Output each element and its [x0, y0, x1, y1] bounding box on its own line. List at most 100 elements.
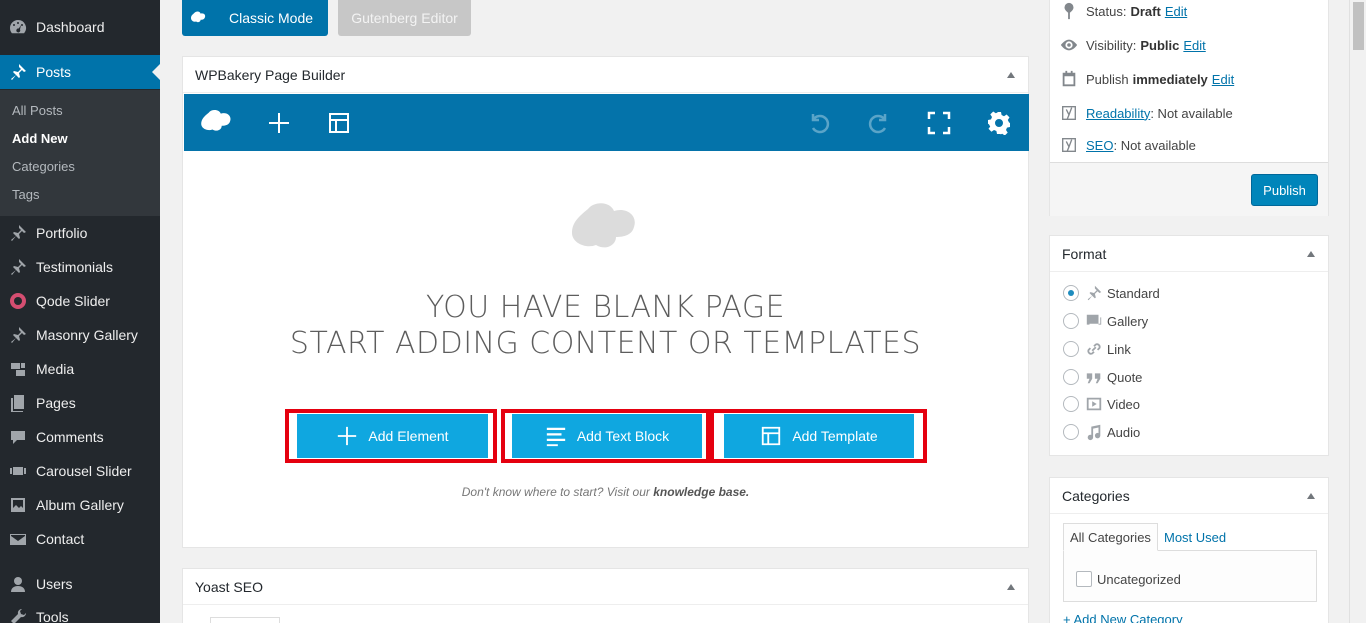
readability-row: Readability : Not available [1060, 103, 1233, 123]
format-panel: Format Standard Gallery Link Quote Video… [1049, 235, 1329, 456]
radio-standard[interactable] [1063, 285, 1079, 301]
format-option-audio[interactable]: Audio [1063, 422, 1140, 442]
submenu-all-posts[interactable]: All Posts [12, 103, 63, 118]
gutenberg-editor-button[interactable]: Gutenberg Editor [338, 0, 471, 36]
publish-actions: Publish [1050, 162, 1328, 216]
yoast-seo-panel: Yoast SEO [182, 568, 1029, 623]
format-gallery-label: Gallery [1107, 313, 1149, 329]
categories-panel: Categories All Categories Most Used Unca… [1049, 477, 1329, 623]
menu-qode-slider[interactable]: Qode Slider [0, 284, 160, 318]
dashboard-icon [0, 17, 36, 37]
menu-dashboard[interactable]: Dashboard [0, 10, 160, 44]
pin-icon [1085, 284, 1107, 302]
admin-sidebar: Dashboard Posts All Posts Add New Catego… [0, 0, 160, 623]
pin-location-icon [1060, 2, 1086, 20]
radio-audio[interactable] [1063, 424, 1079, 440]
tab-most-used[interactable]: Most Used [1158, 523, 1232, 551]
text-lines-icon [546, 427, 565, 447]
categories-list: Uncategorized [1063, 550, 1317, 602]
menu-masonry-gallery[interactable]: Masonry Gallery [0, 318, 160, 352]
knowledge-base-link[interactable]: knowledge base. [653, 485, 749, 499]
menu-comments-label: Comments [36, 429, 104, 445]
tab-all-categories[interactable]: All Categories [1063, 523, 1158, 551]
submenu-categories[interactable]: Categories [12, 159, 75, 174]
format-option-video[interactable]: Video [1063, 394, 1140, 414]
wpbakery-logo-icon[interactable] [198, 108, 238, 138]
classic-mode-button[interactable]: Classic Mode [182, 0, 328, 36]
collapse-arrow-icon[interactable] [1007, 72, 1015, 78]
menu-pages[interactable]: Pages [0, 386, 160, 420]
collapse-arrow-icon[interactable] [1007, 584, 1015, 590]
add-template-label: Add Template [792, 428, 878, 444]
category-checkbox[interactable] [1076, 571, 1092, 587]
format-option-link[interactable]: Link [1063, 339, 1131, 359]
radio-video[interactable] [1063, 396, 1079, 412]
menu-posts[interactable]: Posts [0, 55, 160, 89]
link-icon [1085, 340, 1107, 358]
settings-gear-icon[interactable] [984, 108, 1014, 138]
wpbakery-toolbar [184, 94, 1029, 151]
calendar-icon [1060, 70, 1086, 88]
format-audio-label: Audio [1107, 424, 1141, 440]
add-text-block-label: Add Text Block [576, 428, 670, 444]
menu-portfolio[interactable]: Portfolio [0, 216, 160, 250]
menu-tools[interactable]: Tools [0, 600, 160, 623]
publish-button[interactable]: Publish [1251, 174, 1318, 206]
undo-icon[interactable] [804, 108, 834, 138]
fullscreen-icon[interactable] [924, 108, 954, 138]
menu-comments[interactable]: Comments [0, 420, 160, 454]
visibility-row: Visibility: Public Edit [1060, 35, 1206, 55]
radio-quote[interactable] [1063, 369, 1079, 385]
classic-mode-label: Classic Mode [228, 10, 314, 26]
category-item[interactable]: Uncategorized [1076, 571, 1181, 587]
radio-link[interactable] [1063, 341, 1079, 357]
collapse-arrow-icon[interactable] [1307, 493, 1315, 499]
submenu-tags[interactable]: Tags [12, 187, 39, 202]
page-icon [0, 393, 36, 413]
yoast-icon [1060, 104, 1086, 122]
collapse-arrow-icon[interactable] [1307, 251, 1315, 257]
wpbakery-cloud-logo-icon [572, 203, 635, 248]
edit-publish-date-link[interactable]: Edit [1212, 72, 1234, 87]
format-option-standard[interactable]: Standard [1063, 283, 1160, 303]
radio-gallery[interactable] [1063, 313, 1079, 329]
seo-value: : Not available [1113, 137, 1196, 153]
add-element-button[interactable]: Add Element [297, 414, 488, 458]
menu-users[interactable]: Users [0, 567, 160, 601]
yoast-tab[interactable] [210, 617, 280, 623]
scrollbar-thumb[interactable] [1353, 2, 1364, 50]
pin-icon [0, 325, 36, 345]
menu-album-gallery-label: Album Gallery [36, 497, 124, 513]
publish-date-row: Publish immediately Edit [1060, 69, 1234, 89]
format-option-gallery[interactable]: Gallery [1063, 311, 1148, 331]
menu-media[interactable]: Media [0, 352, 160, 386]
add-template-button[interactable]: Add Template [724, 414, 914, 458]
menu-testimonials[interactable]: Testimonials [0, 250, 160, 284]
quote-icon [1085, 368, 1107, 386]
yoast-icon [1060, 136, 1086, 154]
edit-status-link[interactable]: Edit [1165, 4, 1187, 19]
seo-link[interactable]: SEO [1086, 138, 1113, 153]
menu-album-gallery[interactable]: Album Gallery [0, 488, 160, 522]
posts-submenu: All Posts Add New Categories Tags [0, 90, 160, 216]
format-link-label: Link [1107, 341, 1131, 357]
format-option-quote[interactable]: Quote [1063, 367, 1142, 387]
page-scrollbar[interactable] [1349, 0, 1366, 623]
submenu-add-new[interactable]: Add New [12, 131, 68, 146]
format-panel-header: Format [1050, 236, 1328, 272]
readability-link[interactable]: Readability [1086, 106, 1150, 121]
visibility-label: Visibility: [1086, 37, 1137, 53]
redo-icon[interactable] [864, 108, 894, 138]
eye-icon [1060, 36, 1086, 54]
edit-visibility-link[interactable]: Edit [1183, 38, 1205, 53]
menu-contact[interactable]: Contact [0, 522, 160, 556]
menu-testimonials-label: Testimonials [36, 259, 114, 275]
pin-icon [0, 223, 36, 243]
template-layout-icon [762, 426, 781, 446]
menu-carousel-slider[interactable]: Carousel Slider [0, 454, 160, 488]
templates-toolbar-icon[interactable] [324, 108, 354, 138]
add-element-toolbar-icon[interactable] [264, 108, 294, 138]
format-video-label: Video [1107, 396, 1141, 412]
add-new-category-link[interactable]: + Add New Category [1063, 612, 1183, 623]
add-text-block-button[interactable]: Add Text Block [512, 414, 702, 458]
